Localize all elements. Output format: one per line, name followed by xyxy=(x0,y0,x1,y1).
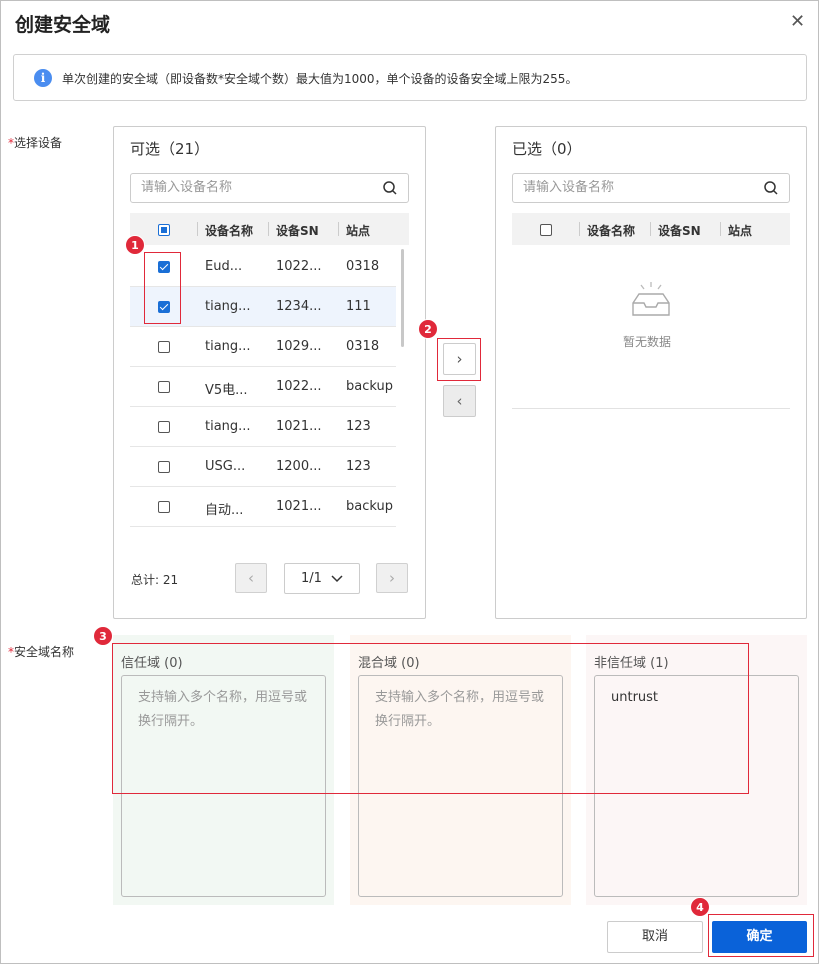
page-value: 1/1 xyxy=(301,571,322,586)
selected-search-input[interactable] xyxy=(523,180,723,195)
chevron-down-icon xyxy=(331,575,343,583)
available-title: 可选（21） xyxy=(130,140,210,158)
table-row[interactable]: USG... 1200... 123 xyxy=(130,447,396,487)
row-device-name: tiang... xyxy=(205,299,251,314)
row-device-sn: 1029... xyxy=(276,339,322,354)
selected-select-all-checkbox[interactable] xyxy=(540,224,552,236)
row-site: 0318 xyxy=(346,259,380,274)
next-page-button[interactable]: › xyxy=(376,563,408,593)
row-checkbox[interactable] xyxy=(158,421,170,433)
row-device-name: tiang... xyxy=(205,419,251,434)
cancel-button[interactable]: 取消 xyxy=(607,921,703,953)
select-devices-label: *选择设备 xyxy=(8,136,63,150)
row-device-sn: 1200... xyxy=(276,459,322,474)
row-checkbox[interactable] xyxy=(158,381,170,393)
row-device-sn: 1021... xyxy=(276,419,322,434)
row-checkbox[interactable] xyxy=(158,461,170,473)
info-banner: i 单次创建的安全域（即设备数*安全域个数）最大值为1000，单个设备的设备安全… xyxy=(13,54,807,101)
search-icon[interactable] xyxy=(763,180,779,196)
search-icon[interactable] xyxy=(382,180,398,196)
prev-page-button[interactable]: ‹ xyxy=(235,563,267,593)
total-count: 总计: 21 xyxy=(131,573,179,587)
table-row[interactable]: tiang... 1021... 123 xyxy=(130,407,396,447)
row-device-sn: 1022... xyxy=(276,259,322,274)
row-device-sn: 1022... xyxy=(276,379,322,394)
table-row[interactable]: tiang... 1029... 0318 xyxy=(130,327,396,367)
row-device-name: tiang... xyxy=(205,339,251,354)
dialog-title: 创建安全域 xyxy=(15,14,111,36)
empty-text: 暂无数据 xyxy=(623,335,672,349)
step-badge-1: 1 xyxy=(125,235,145,255)
row-site: backup xyxy=(346,379,393,394)
col-device-name[interactable]: 设备名称 xyxy=(205,222,253,239)
table-row[interactable]: 自动... 1021... backup xyxy=(130,487,396,527)
row-device-name: Eud... xyxy=(205,259,243,274)
table-scrollbar[interactable] xyxy=(401,249,404,347)
col-site[interactable]: 站点 xyxy=(346,222,370,239)
empty-inbox-icon xyxy=(632,282,670,316)
move-left-button[interactable]: ‹ xyxy=(443,385,476,417)
create-security-zone-dialog: 创建安全域 ✕ i 单次创建的安全域（即设备数*安全域个数）最大值为1000，单… xyxy=(0,0,819,964)
row-checkbox[interactable] xyxy=(158,341,170,353)
row-checkbox[interactable] xyxy=(158,501,170,513)
close-icon[interactable]: ✕ xyxy=(790,11,805,32)
selected-search xyxy=(512,173,790,203)
row-device-sn: 1234... xyxy=(276,299,322,314)
row-device-sn: 1021... xyxy=(276,499,322,514)
col-site[interactable]: 站点 xyxy=(728,222,752,239)
info-text: 单次创建的安全域（即设备数*安全域个数）最大值为1000，单个设备的设备安全域上… xyxy=(62,72,578,86)
select-all-checkbox[interactable] xyxy=(158,224,170,236)
row-site: 111 xyxy=(346,299,371,314)
page-select[interactable]: 1/1 xyxy=(284,563,360,594)
available-table-header: 设备名称 设备SN 站点 xyxy=(130,213,409,245)
highlight-box-2 xyxy=(437,338,481,381)
row-site: backup xyxy=(346,499,393,514)
row-site: 123 xyxy=(346,419,371,434)
step-badge-2: 2 xyxy=(418,319,438,339)
selected-title: 已选（0） xyxy=(512,140,582,158)
table-row[interactable]: V5电... 1022... backup xyxy=(130,367,396,407)
available-search-input[interactable] xyxy=(141,180,341,195)
highlight-box-1 xyxy=(144,252,181,324)
col-device-sn[interactable]: 设备SN xyxy=(658,222,701,239)
row-device-name: USG... xyxy=(205,459,246,474)
highlight-box-3 xyxy=(112,643,749,794)
row-site: 123 xyxy=(346,459,371,474)
step-badge-3: 3 xyxy=(93,626,113,646)
col-device-sn[interactable]: 设备SN xyxy=(276,222,319,239)
selected-table-header: 设备名称 设备SN 站点 xyxy=(512,213,790,245)
zone-name-label: *安全域名称 xyxy=(8,645,75,659)
row-device-name: V5电... xyxy=(205,383,248,398)
highlight-box-4 xyxy=(708,914,814,957)
step-badge-4: 4 xyxy=(690,897,710,917)
info-icon: i xyxy=(34,69,52,87)
empty-divider xyxy=(512,408,790,409)
available-search xyxy=(130,173,409,203)
col-device-name[interactable]: 设备名称 xyxy=(587,222,635,239)
row-device-name: 自动... xyxy=(205,503,244,518)
row-site: 0318 xyxy=(346,339,380,354)
